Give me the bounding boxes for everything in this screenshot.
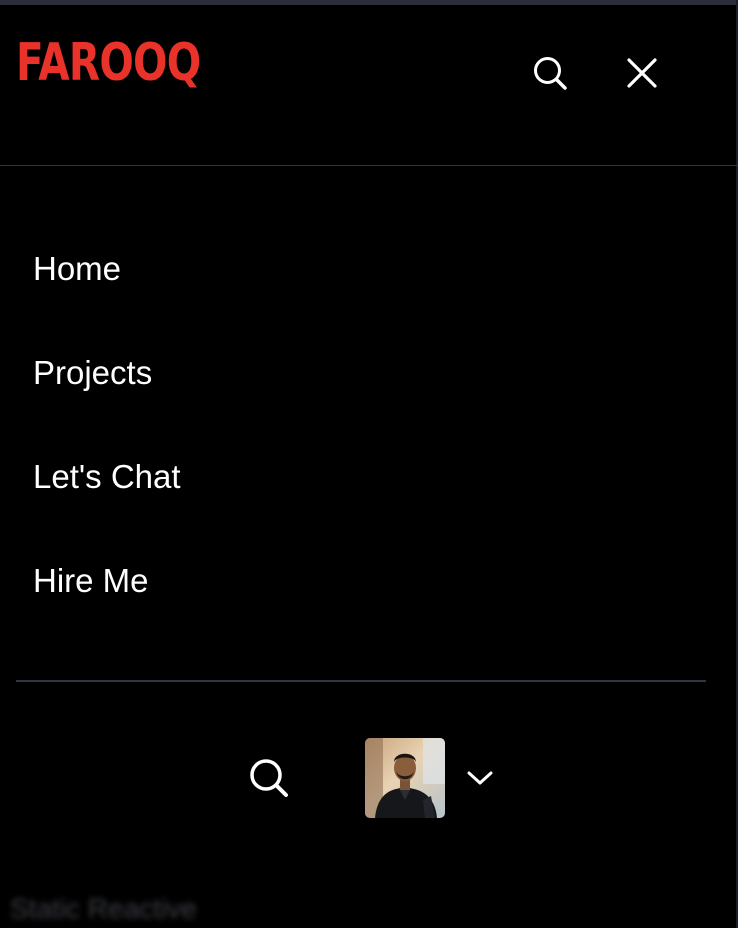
header-search-button[interactable]: [526, 49, 574, 97]
user-avatar[interactable]: [365, 738, 445, 818]
mobile-menu-header: FAROOQ: [0, 5, 738, 166]
nav-item-lets-chat[interactable]: Let's Chat: [33, 457, 181, 497]
nav-item-hire-me[interactable]: Hire Me: [33, 561, 149, 601]
search-icon: [250, 759, 288, 797]
menu-divider: [16, 680, 706, 682]
close-menu-button[interactable]: [618, 49, 666, 97]
logo[interactable]: FAROOQ: [16, 37, 201, 89]
user-avatar-photo: [365, 738, 445, 818]
account-menu-toggle[interactable]: [462, 760, 498, 796]
nav-item-home[interactable]: Home: [33, 249, 121, 289]
nav-item-projects[interactable]: Projects: [33, 353, 152, 393]
chevron-down-icon: [467, 771, 493, 785]
close-icon: [627, 58, 657, 88]
background-footer-text: Static Reactive: [10, 893, 197, 924]
search-icon: [534, 57, 567, 90]
bottom-search-button[interactable]: [245, 754, 293, 802]
